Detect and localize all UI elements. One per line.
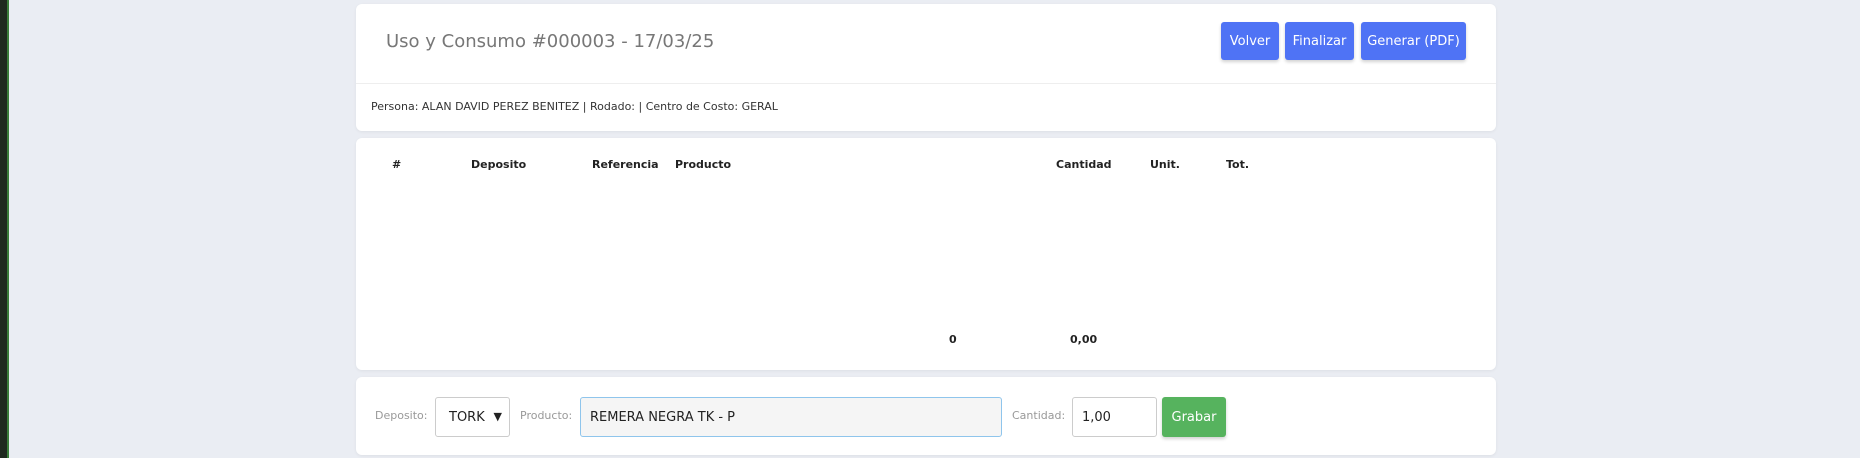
total-valor: 0,00 — [1070, 333, 1098, 346]
cantidad-input-value: 1,00 — [1082, 409, 1111, 425]
producto-input-value: REMERA NEGRA TK - P — [590, 409, 736, 425]
column-header-unit: Unit. — [1150, 158, 1180, 171]
producto-label: Producto: — [520, 409, 573, 422]
deposito-select[interactable]: TORK ▼ — [435, 397, 510, 437]
volver-button[interactable]: Volver — [1221, 22, 1279, 60]
cantidad-input[interactable]: 1,00 — [1072, 397, 1157, 437]
column-header-deposito: Deposito — [471, 158, 527, 171]
add-item-form: Deposito: TORK ▼ Producto: REMERA NEGRA … — [356, 377, 1496, 455]
column-header-producto: Producto — [675, 158, 732, 171]
column-header-number: # — [392, 158, 402, 171]
total-cantidad: 0 — [949, 333, 957, 346]
column-header-total: Tot. — [1226, 158, 1250, 171]
deposito-label: Deposito: — [375, 409, 428, 422]
items-table: # Deposito Referencia Producto Cantidad … — [356, 138, 1496, 370]
header-card: Uso y Consumo #000003 - 17/03/25 Volver … — [356, 4, 1496, 131]
header-bar: Uso y Consumo #000003 - 17/03/25 Volver … — [356, 4, 1496, 84]
document-info: Persona: ALAN DAVID PEREZ BENITEZ | Roda… — [371, 100, 778, 113]
grabar-button[interactable]: Grabar — [1162, 397, 1226, 437]
producto-input[interactable]: REMERA NEGRA TK - P — [580, 397, 1002, 437]
finalizar-button[interactable]: Finalizar — [1285, 22, 1354, 60]
cantidad-label: Cantidad: — [1012, 409, 1066, 422]
window-edge — [0, 0, 9, 458]
column-header-referencia: Referencia — [592, 158, 659, 171]
deposito-selected-value: TORK — [449, 409, 485, 425]
generate-pdf-button[interactable]: Generar (PDF) — [1361, 22, 1466, 60]
chevron-down-icon: ▼ — [493, 410, 502, 423]
page-title: Uso y Consumo #000003 - 17/03/25 — [386, 31, 715, 52]
column-header-cantidad: Cantidad — [1056, 158, 1112, 171]
